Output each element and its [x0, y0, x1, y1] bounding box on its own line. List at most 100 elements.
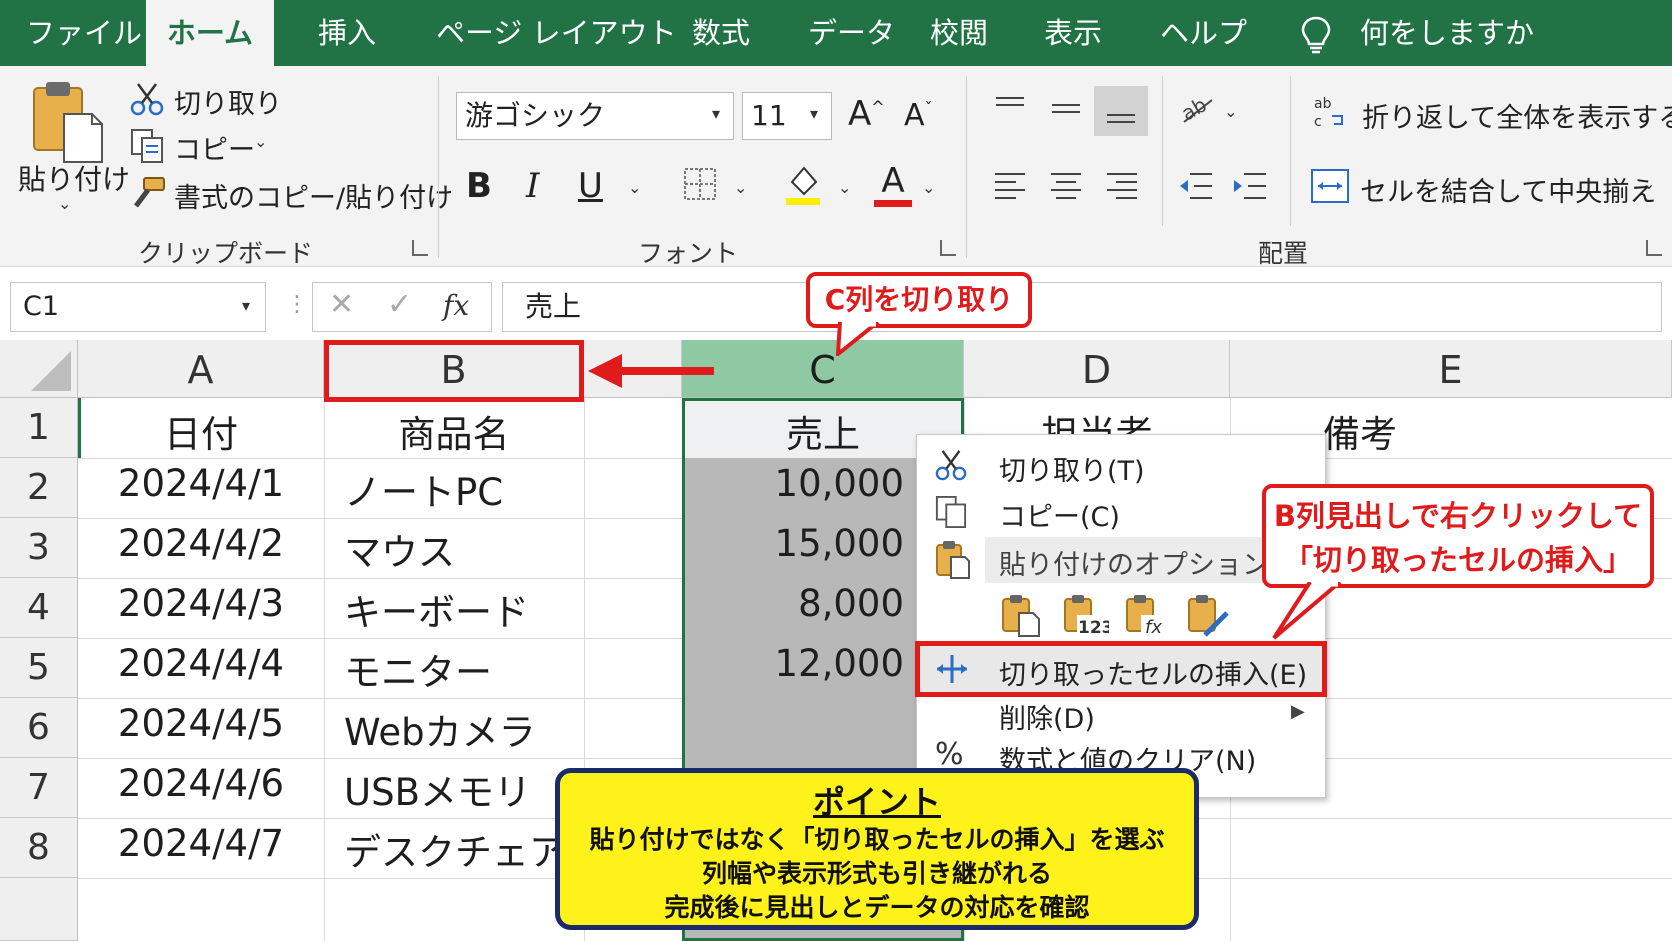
cell-b6[interactable]: Webカメラ — [344, 702, 536, 756]
font-name-select[interactable]: 游ゴシック — [456, 92, 734, 140]
cell-c4[interactable]: 8,000 — [682, 582, 904, 625]
align-bottom-icon — [1107, 114, 1135, 123]
row-header-6[interactable]: 6 — [0, 698, 78, 758]
column-header-c[interactable]: C — [682, 340, 964, 398]
paste-option-formulas-icon[interactable]: fx — [1125, 593, 1169, 637]
cell-b3[interactable]: マウス — [344, 522, 455, 576]
borders-dropdown-icon[interactable]: ⌄ — [734, 178, 747, 197]
font-color-dropdown-icon[interactable]: ⌄ — [922, 178, 935, 197]
cut-button[interactable]: 切り取り — [174, 82, 282, 121]
alignment-launcher-icon[interactable] — [1646, 240, 1662, 256]
menu-item-copy[interactable]: コピー(C) — [999, 495, 1120, 534]
font-size-dropdown-icon[interactable]: ▾ — [810, 104, 818, 123]
row-header-5[interactable]: 5 — [0, 638, 78, 698]
cell-b7[interactable]: USBメモリ — [344, 762, 531, 816]
underline-button[interactable]: U — [578, 166, 603, 206]
cell-b1[interactable]: 商品名 — [324, 404, 584, 458]
align-bottom-button[interactable] — [1094, 86, 1148, 136]
menu-item-delete[interactable]: 削除(D) — [999, 697, 1095, 736]
row-header-8[interactable]: 8 — [0, 818, 78, 878]
align-top-icon[interactable] — [992, 94, 1028, 124]
tab-home[interactable]: ホーム — [146, 0, 274, 66]
cell-a3[interactable]: 2024/4/2 — [78, 522, 324, 565]
cell-a4[interactable]: 2024/4/3 — [78, 582, 324, 625]
paste-option-formatting-icon[interactable] — [1187, 593, 1231, 637]
enter-icon[interactable]: ✓ — [387, 287, 412, 322]
font-size-select[interactable]: 11 — [742, 92, 832, 140]
cell-a6[interactable]: 2024/4/5 — [78, 702, 324, 745]
tell-me-search[interactable]: 何をしますか — [1360, 0, 1534, 66]
align-left-icon[interactable] — [992, 170, 1028, 202]
align-center-icon[interactable] — [1048, 170, 1084, 202]
tab-review[interactable]: 校閲 — [930, 0, 988, 66]
increase-indent-icon[interactable] — [1230, 170, 1268, 202]
italic-button[interactable]: I — [526, 166, 539, 206]
insert-function-icon[interactable]: fx — [443, 289, 469, 322]
cell-c3[interactable]: 15,000 — [682, 522, 904, 565]
row-header-4[interactable]: 4 — [0, 578, 78, 638]
cell-b2[interactable]: ノートPC — [344, 462, 503, 516]
paste-dropdown-icon[interactable]: ⌄ — [58, 194, 71, 213]
cell-c5[interactable]: 12,000 — [682, 642, 904, 685]
copy-button[interactable]: コピー — [174, 128, 255, 167]
merge-dropdown-icon[interactable]: ⌄ — [1642, 174, 1655, 193]
cell-a7[interactable]: 2024/4/6 — [78, 762, 324, 805]
paste-icon[interactable] — [30, 78, 106, 164]
tab-insert[interactable]: 挿入 — [318, 0, 376, 66]
paste-button[interactable]: 貼り付け — [18, 158, 130, 198]
fill-color-icon[interactable] — [784, 164, 822, 206]
orientation-dropdown-icon[interactable]: ⌄ — [1224, 102, 1237, 121]
cell-c2[interactable]: 10,000 — [682, 462, 904, 505]
name-box[interactable]: C1 — [10, 282, 266, 332]
orientation-icon[interactable]: ab — [1178, 92, 1218, 126]
tab-help[interactable]: ヘルプ — [1160, 0, 1247, 66]
fill-color-dropdown-icon[interactable]: ⌄ — [838, 178, 851, 197]
increase-font-size-icon[interactable]: A^ — [848, 94, 885, 134]
cell-b5[interactable]: モニター — [344, 642, 492, 696]
cancel-icon[interactable]: ✕ — [329, 287, 354, 322]
column-header-e[interactable]: E — [1230, 340, 1672, 398]
font-launcher-icon[interactable] — [940, 240, 956, 256]
cell-b4[interactable]: キーボード — [344, 582, 529, 636]
tab-formulas[interactable]: 数式 — [692, 0, 750, 66]
format-painter-button[interactable]: 書式のコピー/貼り付け — [174, 176, 453, 215]
row-header-9[interactable] — [0, 878, 78, 941]
tab-page-layout[interactable]: ページ レイアウト — [436, 0, 677, 66]
tab-data[interactable]: データ — [808, 0, 895, 66]
font-name-dropdown-icon[interactable]: ▾ — [712, 104, 720, 123]
row-header-7[interactable]: 7 — [0, 758, 78, 818]
clipboard-launcher-icon[interactable] — [412, 240, 428, 256]
cell-a2[interactable]: 2024/4/1 — [78, 462, 324, 505]
paste-option-paste-icon[interactable] — [1001, 593, 1041, 637]
copy-dropdown-icon[interactable]: ⌄ — [254, 132, 267, 151]
cell-a8[interactable]: 2024/4/7 — [78, 822, 324, 865]
borders-icon[interactable] — [682, 166, 718, 202]
tab-file[interactable]: ファイル — [26, 0, 142, 66]
group-divider — [1290, 76, 1291, 226]
bold-button[interactable]: B — [466, 166, 492, 206]
underline-dropdown-icon[interactable]: ⌄ — [628, 178, 641, 197]
column-header-d[interactable]: D — [964, 340, 1230, 398]
font-color-icon[interactable]: A — [874, 162, 912, 208]
row-header-2[interactable]: 2 — [0, 458, 78, 518]
cell-a5[interactable]: 2024/4/4 — [78, 642, 324, 685]
align-middle-icon[interactable] — [1048, 94, 1084, 124]
menu-item-cut[interactable]: 切り取り(T) — [999, 449, 1145, 488]
decrease-indent-icon[interactable] — [1176, 170, 1214, 202]
column-header-a[interactable]: A — [78, 340, 324, 398]
tab-view[interactable]: 表示 — [1044, 0, 1102, 66]
formula-bar-splitter-icon[interactable]: ⋮ — [286, 292, 308, 317]
decrease-font-size-icon[interactable]: Aˇ — [904, 98, 933, 133]
row-header-3[interactable]: 3 — [0, 518, 78, 578]
cell-a1[interactable]: 日付 — [78, 404, 324, 458]
paste-option-values-icon[interactable]: 123 — [1063, 593, 1109, 637]
wrap-text-button[interactable]: 折り返して全体を表示する — [1362, 96, 1672, 135]
cell-b8[interactable]: デスクチェア — [344, 822, 566, 876]
align-right-icon[interactable] — [1104, 170, 1140, 202]
name-box-dropdown-icon[interactable]: ▾ — [242, 296, 250, 315]
formula-input[interactable]: 売上 — [502, 282, 1662, 332]
merge-center-button[interactable]: セルを結合して中央揃え — [1360, 170, 1656, 209]
select-all-button[interactable] — [0, 340, 78, 398]
row-header-1[interactable]: 1 — [0, 398, 78, 458]
lightbulb-icon[interactable] — [1296, 14, 1336, 54]
